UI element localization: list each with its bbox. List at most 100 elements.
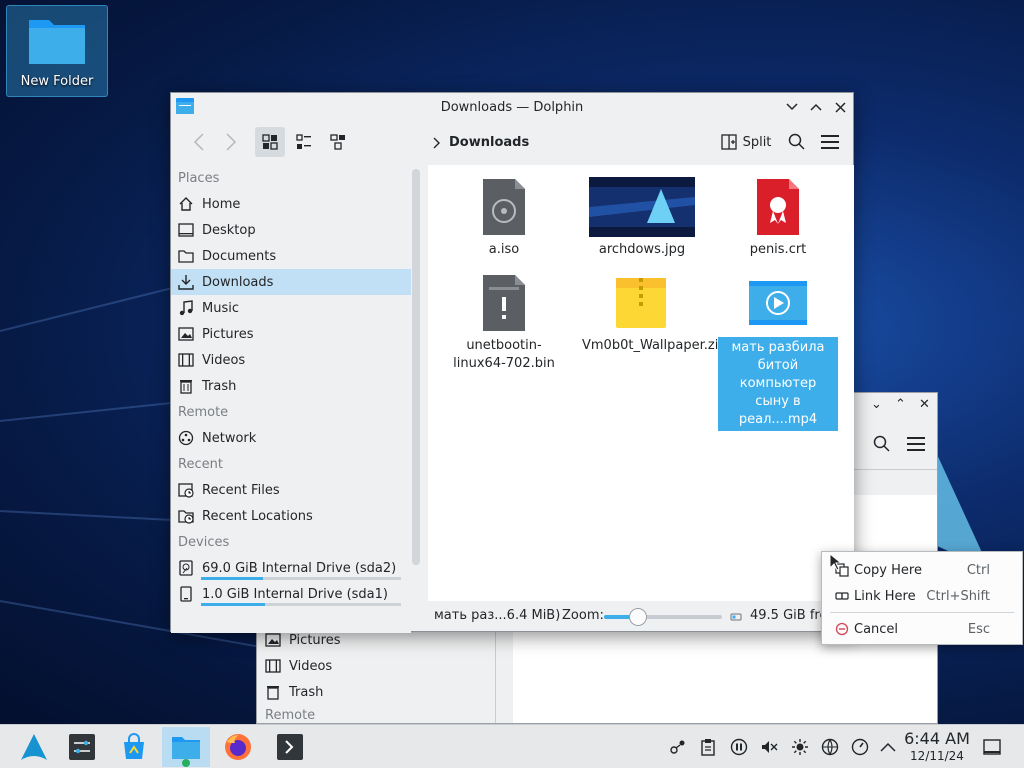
maximize-icon[interactable]: ⌃ [895,397,906,412]
cancel-icon [834,622,850,636]
task-dolphin[interactable] [162,727,210,767]
dolphin-window[interactable]: Downloads — Dolphin Downloads Split Plac… [170,92,854,633]
menu-item-shortcut: Esc [967,621,990,637]
task-konsole[interactable] [266,727,314,767]
bg-sidebar-item-videos[interactable]: Videos [257,653,495,679]
clipboard-icon[interactable] [698,737,718,757]
search-button[interactable] [783,127,811,157]
documents-icon [178,248,194,264]
drive-icon [178,586,194,602]
desktop-icon-new-folder[interactable]: New Folder [6,5,108,97]
close-icon[interactable] [831,98,849,116]
back-button[interactable] [185,127,213,157]
selection-info: мать раз...6.4 MiB) [434,608,561,623]
file-item[interactable]: unetbootin-linux64-702.bin [444,273,564,373]
certificate-icon [757,179,799,235]
icons-view-button[interactable] [255,127,285,157]
sidebar-item-trash[interactable]: Trash [171,373,411,399]
title-bar[interactable]: Downloads — Dolphin [171,93,853,121]
sidebar-item-drive-sda2[interactable]: 69.0 GiB Internal Drive (sda2) [171,555,411,581]
task-system-settings[interactable] [58,727,106,767]
sidebar-item-videos[interactable]: Videos [171,347,411,373]
file-item[interactable]: archdows.jpg [582,177,702,259]
menu-item-cancel[interactable]: Cancel Esc [822,616,1022,642]
hamburger-menu-icon[interactable] [907,436,925,452]
sidebar-item-network[interactable]: Network [171,425,411,451]
file-view[interactable]: a.iso archdows.jpg penis.crt unetbootin-… [428,165,854,601]
window-title: Downloads — Dolphin [440,99,584,115]
menu-item-label: Copy Here [854,562,922,578]
section-header-remote: Remote [178,404,229,420]
trash-icon [178,378,194,394]
menu-item-link-here[interactable]: Link Here Ctrl+Shift [822,583,1022,609]
brightness-icon[interactable] [790,737,810,757]
bg-sidebar-item-trash[interactable]: Trash [257,679,495,705]
pictures-icon [178,326,194,342]
forward-button[interactable] [217,127,245,157]
sidebar-item-downloads[interactable]: Downloads [171,269,411,295]
breadcrumb[interactable]: Downloads [433,135,529,150]
sidebar-item-recent-files[interactable]: Recent Files [171,477,411,503]
network-status-icon[interactable] [820,737,840,757]
minimize-icon[interactable]: ⌄ [871,397,882,412]
volume-muted-icon[interactable] [759,737,779,757]
digital-clock[interactable]: 6:44 AM 12/11/24 [900,730,974,764]
split-view-icon [720,134,737,150]
file-name: a.iso [488,242,520,257]
zoom-label: Zoom: [562,608,604,623]
kde-connect-icon[interactable] [668,737,688,757]
drive-space-icon [730,613,742,621]
task-discover[interactable] [110,727,158,767]
compact-view-button[interactable] [289,127,319,157]
search-icon[interactable] [873,435,891,453]
file-item[interactable]: a.iso [444,177,564,259]
zoom-slider-handle[interactable] [629,608,648,626]
sidebar-item-home[interactable]: Home [171,191,411,217]
file-item[interactable]: penis.crt [718,177,838,259]
videos-icon [178,352,194,368]
close-icon[interactable]: ✕ [919,397,930,412]
drive-usage-fill [201,603,265,606]
file-item-selected[interactable]: мать разбила битой компьютер сыну в реал… [718,273,838,431]
section-header-devices: Devices [178,534,230,550]
sidebar-item-recent-locations[interactable]: Recent Locations [171,503,411,529]
drive-usage-bar [201,577,401,580]
image-thumbnail [589,177,695,237]
background-sidebar: Pictures Videos Trash Remote [257,627,495,725]
bg-section-header-remote: Remote [265,707,316,723]
show-desktop-icon[interactable] [982,737,1002,757]
application-launcher[interactable] [10,727,58,767]
split-label: Split [742,134,772,150]
sidebar-item-label: 1.0 GiB Internal Drive (sda1) [202,586,388,602]
sidebar-item-drive-sda1[interactable]: 1.0 GiB Internal Drive (sda1) [171,581,411,607]
details-view-button[interactable] [323,127,353,157]
file-item[interactable]: Vm0b0t_Wallpaper.zip [582,273,727,355]
drive-usage-fill [201,577,263,580]
bg-sidebar-label: Videos [289,658,333,674]
sidebar-item-documents[interactable]: Documents [171,243,411,269]
maximize-icon[interactable] [807,98,825,116]
menu-button[interactable] [815,127,845,157]
file-name: archdows.jpg [598,242,686,257]
active-indicator-icon [182,759,190,767]
split-button[interactable]: Split [717,127,775,157]
show-hidden-icons-chevron-up-icon[interactable] [878,737,898,757]
sidebar-item-label: Recent Files [202,482,280,498]
sidebar-item-pictures[interactable]: Pictures [171,321,411,347]
terminal-icon [277,734,303,760]
sidebar-item-label: Music [202,300,239,316]
task-firefox[interactable] [214,727,262,767]
arch-linux-icon [21,734,47,760]
sidebar-item-music[interactable]: Music [171,295,411,321]
sidebar-scrollbar[interactable] [412,169,420,565]
bg-sidebar-label: Trash [289,684,324,700]
search-icon [788,133,805,150]
minimize-icon[interactable] [783,98,801,116]
media-player-icon[interactable] [729,737,749,757]
breadcrumb-current[interactable]: Downloads [449,135,529,150]
disc-image-icon [483,179,525,235]
sidebar-item-desktop[interactable]: Desktop [171,217,411,243]
zoom-slider[interactable] [604,608,722,626]
performance-gauge-icon[interactable] [850,737,870,757]
menu-item-copy-here[interactable]: Copy Here Ctrl [822,557,1022,583]
